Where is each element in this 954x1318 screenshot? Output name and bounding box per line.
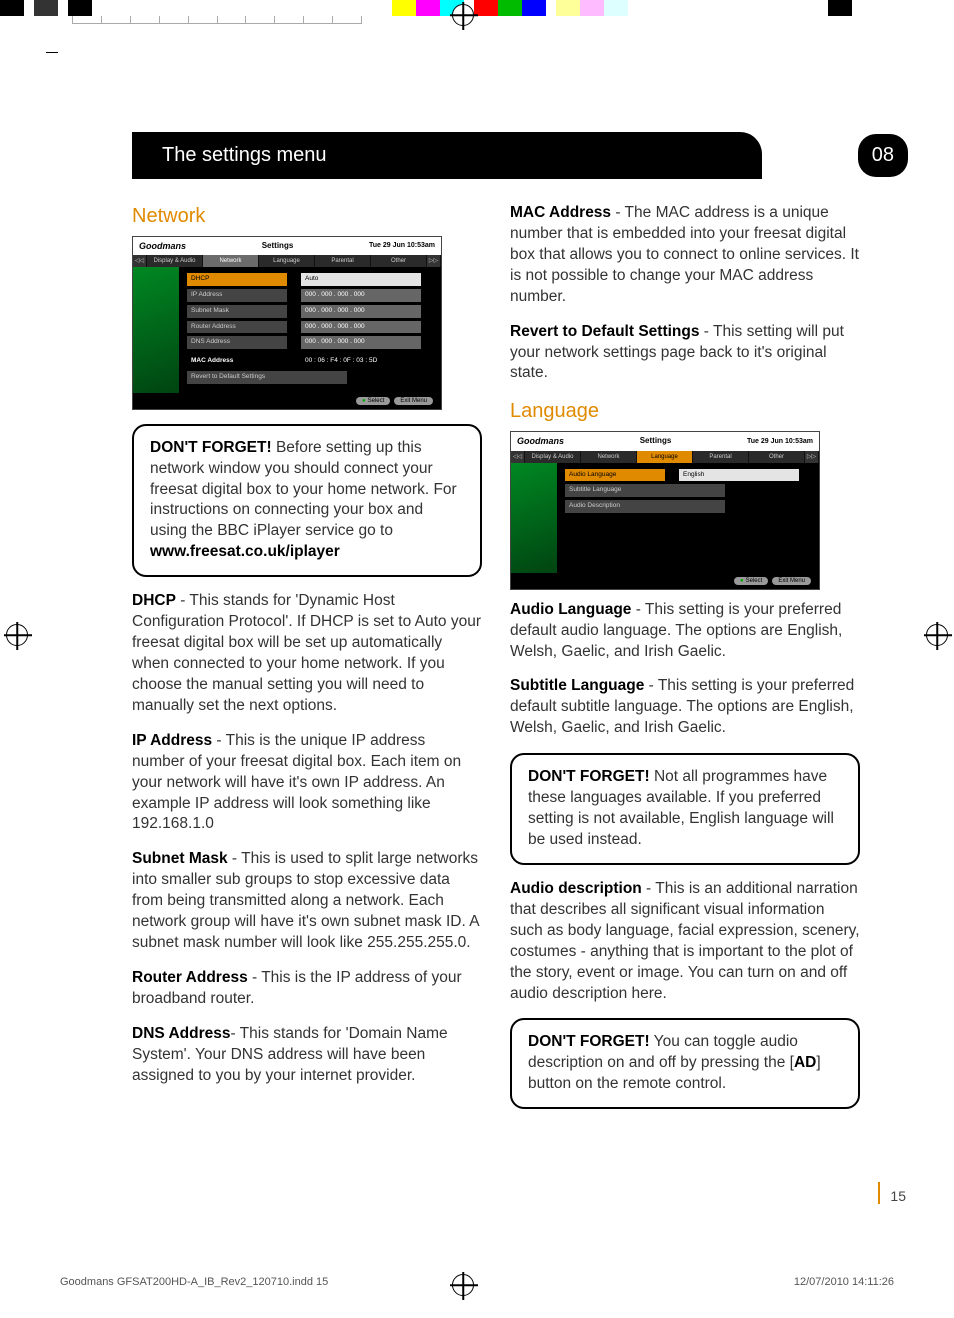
setting-value: 000 . 000 . 000 . 000 [301,336,421,349]
body-text: - This is an additional narration that d… [510,880,860,1002]
brand-logo: Goodmans [517,435,564,447]
setting-label: Subnet Mask [187,305,287,318]
network-screenshot: Goodmans Settings Tue 29 Jun 10:53am ◁◁ … [132,236,442,410]
dont-forget-callout: DON'T FORGET! Not all programmes have th… [510,753,860,865]
tab: Display & Audio [525,451,581,463]
term: Revert to Default Settings [510,323,699,340]
term: Router Address [132,969,248,986]
shot-title: Settings [564,436,747,447]
ad-button-label: AD [794,1054,816,1071]
setting-label: MAC Address [187,355,287,368]
setting-label: DNS Address [187,336,287,349]
term: IP Address [132,732,212,749]
greyscale-strip [72,16,362,24]
dont-forget-callout: DON'T FORGET! Before setting up this net… [132,424,482,578]
shot-footer: SelectExit Menu [511,573,819,589]
setting-label: Subtitle Language [565,484,725,497]
setting-label: Router Address [187,321,287,334]
page-number: 15 [878,1182,906,1204]
registration-mark-icon [6,624,28,646]
crop-mark [46,52,58,53]
callout-lead: DON'T FORGET! [150,439,272,456]
registration-mark-icon [452,4,474,26]
setting-label: Audio Language [565,469,665,482]
setting-value: 00 : 06 : F4 : 0F : 03 : 5D [301,355,421,368]
page-title: The settings menu [132,132,762,179]
term: DNS Address [132,1025,230,1042]
tab: Network [581,451,637,463]
term: Audio Language [510,601,631,618]
setting-label: Audio Description [565,500,725,513]
term: Subtitle Language [510,677,644,694]
shot-datetime: Tue 29 Jun 10:53am [747,437,813,446]
tab-active: Network [203,255,259,267]
tab: Parental [315,255,371,267]
brand-logo: Goodmans [139,240,186,252]
language-screenshot: Goodmans Settings Tue 29 Jun 10:53am ◁◁ … [510,431,820,589]
term: Audio description [510,880,642,897]
tab: Display & Audio [147,255,203,267]
tab: Other [749,451,805,463]
shot-sidebar-graphic [133,267,179,392]
term: MAC Address [510,204,611,221]
registration-mark-icon [926,624,948,646]
callout-lead: DON'T FORGET! [528,1033,650,1050]
language-heading: Language [510,398,860,425]
indesign-slug-date: 12/07/2010 14:11:26 [794,1276,894,1288]
network-heading: Network [132,203,482,230]
setting-label: Revert to Default Settings [187,371,347,384]
setting-label: DHCP [187,273,287,286]
dont-forget-callout: DON'T FORGET! You can toggle audio descr… [510,1018,860,1109]
setting-value: 000 . 000 . 000 . 000 [301,289,421,302]
tab: Language [259,255,315,267]
shot-tabs: ◁◁ Display & Audio Network Language Pare… [511,451,819,463]
tab: Other [371,255,427,267]
registration-mark-icon [452,1274,474,1296]
shot-title: Settings [186,241,369,252]
shot-tabs: ◁◁ Display & Audio Network Language Pare… [133,255,441,267]
tab: Parental [693,451,749,463]
setting-label: IP Address [187,289,287,302]
callout-link: www.freesat.co.uk/iplayer [150,543,340,560]
term: Subnet Mask [132,850,228,867]
setting-value: English [679,469,799,482]
shot-sidebar-graphic [511,463,557,573]
setting-value: Auto [301,273,421,286]
section-number-badge: 08 [858,134,908,177]
term: DHCP [132,592,176,609]
shot-footer: SelectExit Menu [133,393,441,409]
tab-active: Language [637,451,693,463]
body-text: - This stands for 'Dynamic Host Configur… [132,592,481,714]
setting-value: 000 . 000 . 000 . 000 [301,321,421,334]
shot-datetime: Tue 29 Jun 10:53am [369,241,435,250]
setting-value: 000 . 000 . 000 . 000 [301,305,421,318]
indesign-slug: Goodmans GFSAT200HD-A_IB_Rev2_120710.ind… [60,1276,328,1288]
callout-lead: DON'T FORGET! [528,768,650,785]
